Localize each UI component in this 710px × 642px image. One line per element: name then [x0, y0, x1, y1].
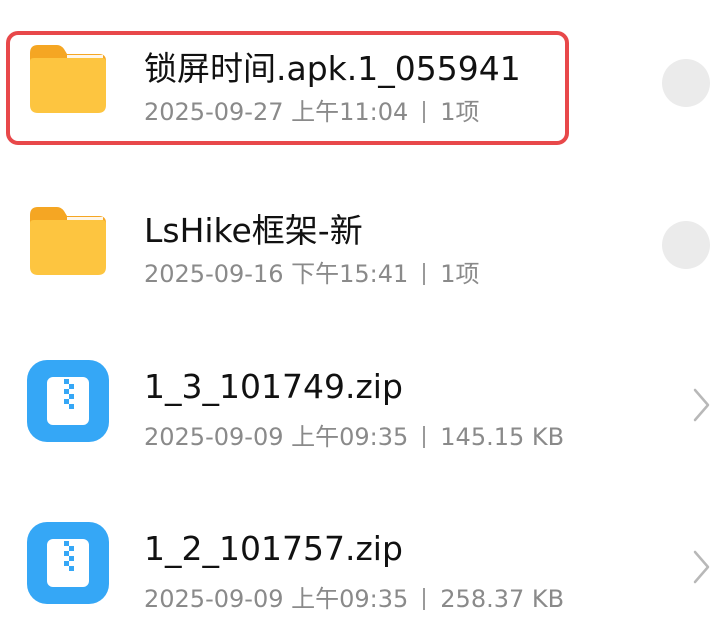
meta-divider	[423, 426, 426, 448]
list-item[interactable]: 1_3_101749.zip 2025-09-09 上午09:35 145.15 …	[0, 343, 710, 473]
file-name: 1_3_101749.zip	[144, 367, 403, 406]
list-item[interactable]: 1_2_101757.zip 2025-09-09 上午09:35 258.37 …	[0, 505, 710, 635]
meta-divider	[423, 588, 426, 610]
file-name: LsHike框架-新	[144, 211, 363, 250]
file-info: 1项	[440, 98, 480, 126]
select-checkbox[interactable]	[662, 59, 710, 107]
chevron-right-icon[interactable]	[690, 547, 710, 587]
file-meta: 2025-09-09 上午09:35 145.15 KB	[144, 417, 564, 452]
folder-icon	[30, 45, 106, 113]
file-meta: 2025-09-16 下午15:41 1项	[144, 254, 480, 289]
file-date: 2025-09-09 上午09:35	[144, 423, 409, 451]
folder-icon	[30, 207, 106, 275]
list-item[interactable]: 锁屏时间.apk.1_055941 2025-09-27 上午11:04 1项	[0, 18, 710, 148]
select-checkbox[interactable]	[662, 221, 710, 269]
file-date: 2025-09-27 上午11:04	[144, 98, 409, 126]
zip-file-icon	[27, 360, 109, 442]
file-list: 锁屏时间.apk.1_055941 2025-09-27 上午11:04 1项 L…	[0, 0, 710, 642]
list-item[interactable]: LsHike框架-新 2025-09-16 下午15:41 1项	[0, 180, 710, 310]
zip-file-icon	[27, 522, 109, 604]
meta-divider	[423, 263, 426, 285]
chevron-right-icon[interactable]	[690, 385, 710, 425]
file-info: 1项	[440, 260, 480, 288]
file-name: 1_2_101757.zip	[144, 529, 403, 568]
file-name: 锁屏时间.apk.1_055941	[144, 49, 521, 88]
meta-divider	[423, 101, 426, 123]
file-meta: 2025-09-27 上午11:04 1项	[144, 92, 480, 127]
file-date: 2025-09-16 下午15:41	[144, 260, 409, 288]
file-info: 145.15 KB	[440, 423, 565, 451]
file-meta: 2025-09-09 上午09:35 258.37 KB	[144, 579, 564, 614]
file-date: 2025-09-09 上午09:35	[144, 585, 409, 613]
file-info: 258.37 KB	[440, 585, 565, 613]
